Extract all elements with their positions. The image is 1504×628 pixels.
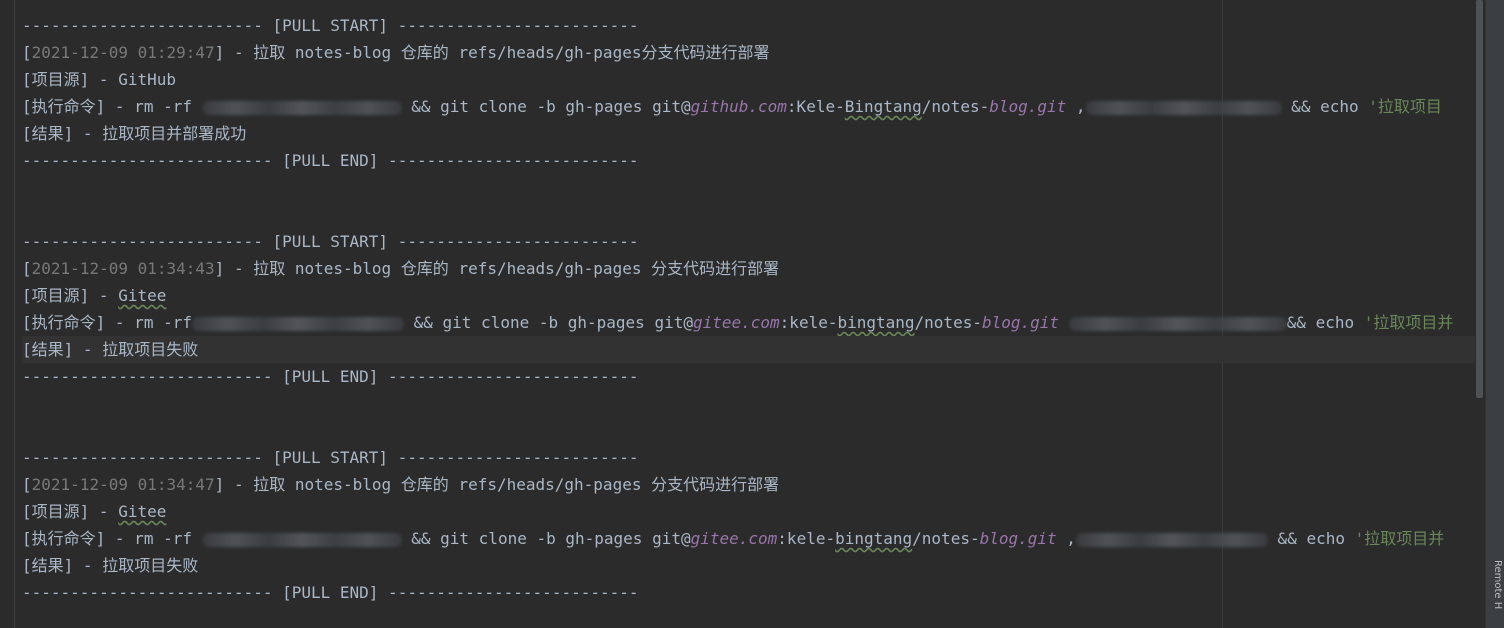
result-line: [结果] - 拉取项目失败	[22, 336, 1475, 363]
pull-description: - 拉取 notes-blog 仓库的 refs/heads/gh-pages …	[224, 475, 780, 494]
pull-start-marker: [PULL START]	[272, 16, 389, 35]
pull-info-line: [2021-12-09 01:34:47] - 拉取 notes-blog 仓库…	[22, 475, 780, 494]
source-value: GitHub	[118, 70, 176, 89]
rule-dashes: --------------------------	[378, 367, 639, 386]
timestamp: 2021-12-09 01:34:43	[31, 259, 215, 278]
result-value: 拉取项目并部署成功	[102, 124, 247, 143]
source-label: [项目源]	[22, 286, 90, 305]
source-line: [项目源] - Gitee	[22, 286, 167, 305]
editor-gutter-border	[14, 0, 15, 628]
result-label: [结果]	[22, 124, 74, 143]
vertical-scrollbar-thumb[interactable]	[1476, 0, 1483, 398]
rule-dashes: --------------------------	[22, 583, 283, 602]
pull-end-line: -------------------------- [PULL END] --…	[22, 579, 1475, 606]
redacted-path	[201, 532, 402, 547]
repo-owner: bingtang	[835, 529, 913, 548]
pull-description: - 拉取 notes-blog 仓库的 refs/heads/gh-pages分…	[224, 43, 770, 62]
source-value: Gitee	[118, 502, 167, 521]
repo-name: blog.git	[979, 529, 1057, 548]
repo-owner: bingtang	[837, 313, 915, 332]
pull-info-line: [2021-12-09 01:34:43] - 拉取 notes-blog 仓库…	[22, 259, 780, 278]
command-label: [执行命令]	[22, 529, 106, 548]
timestamp: 2021-12-09 01:29:47	[31, 43, 215, 62]
echo-string: '拉取项目	[1368, 97, 1442, 116]
result-line: [结果] - 拉取项目失败	[22, 556, 199, 575]
pull-end-line: -------------------------- [PULL END] --…	[22, 147, 1475, 174]
git-host: github.com	[690, 97, 787, 116]
result-value: 拉取项目失败	[102, 556, 199, 575]
result-value: 拉取项目失败	[102, 340, 199, 359]
pull-start-marker: [PULL START]	[272, 232, 389, 251]
pull-start-line: ------------------------- [PULL START] -…	[22, 228, 1475, 255]
pull-end-marker: [PULL END]	[282, 583, 379, 602]
remote-host-tab[interactable]: Remote H	[1486, 560, 1503, 628]
pull-start-line: ------------------------- [PULL START] -…	[22, 12, 1475, 39]
rule-dashes: --------------------------	[378, 583, 639, 602]
repo-name: blog.git	[989, 97, 1067, 116]
source-label: [项目源]	[22, 70, 90, 89]
pull-end-line: -------------------------- [PULL END] --…	[22, 363, 1475, 390]
redacted-path	[1085, 100, 1282, 115]
result-label: [结果]	[22, 340, 74, 359]
pull-start-line: ------------------------- [PULL START] -…	[22, 444, 1475, 471]
log-editor[interactable]: ------------------------- [PULL START] -…	[22, 0, 1475, 628]
pull-description: - 拉取 notes-blog 仓库的 refs/heads/gh-pages …	[224, 259, 780, 278]
command-label: [执行命令]	[22, 97, 106, 116]
source-line: [项目源] - Gitee	[22, 502, 167, 521]
result-line: [结果] - 拉取项目并部署成功	[22, 124, 247, 143]
rule-dashes: --------------------------	[378, 151, 639, 170]
pull-end-marker: [PULL END]	[282, 151, 379, 170]
echo-string: '拉取项目并	[1363, 313, 1454, 332]
command-line: [执行命令] - rm -rf && git clone -b gh-pages…	[22, 529, 1445, 548]
command-line: [执行命令] - rm -rf && git clone -b gh-pages…	[22, 313, 1454, 332]
source-line: [项目源] - GitHub	[22, 70, 176, 89]
git-host: gitee.com	[692, 313, 780, 332]
rule-dashes: -------------------------	[22, 232, 273, 251]
result-label: [结果]	[22, 556, 74, 575]
pull-info-line: [2021-12-09 01:29:47] - 拉取 notes-blog 仓库…	[22, 43, 770, 62]
rule-dashes: -------------------------	[388, 232, 639, 251]
timestamp: 2021-12-09 01:34:47	[31, 475, 215, 494]
rule-dashes: --------------------------	[22, 151, 283, 170]
rule-dashes: -------------------------	[388, 16, 639, 35]
git-host: gitee.com	[690, 529, 778, 548]
redacted-path	[191, 316, 404, 331]
source-value: Gitee	[118, 286, 167, 305]
echo-string: '拉取项目并	[1354, 529, 1445, 548]
redacted-path	[1075, 532, 1268, 547]
rule-dashes: -------------------------	[22, 16, 273, 35]
pull-end-marker: [PULL END]	[282, 367, 379, 386]
repo-name: blog.git	[981, 313, 1060, 332]
redacted-path	[1068, 316, 1287, 331]
rule-dashes: --------------------------	[22, 367, 283, 386]
tool-window-strip	[1485, 0, 1504, 628]
source-label: [项目源]	[22, 502, 90, 521]
repo-owner: Bingtang	[844, 97, 922, 116]
rule-dashes: -------------------------	[388, 448, 639, 467]
rule-dashes: -------------------------	[22, 448, 273, 467]
redacted-path	[201, 100, 402, 115]
pull-start-marker: [PULL START]	[272, 448, 389, 467]
command-line: [执行命令] - rm -rf && git clone -b gh-pages…	[22, 97, 1442, 116]
command-label: [执行命令]	[22, 313, 106, 332]
